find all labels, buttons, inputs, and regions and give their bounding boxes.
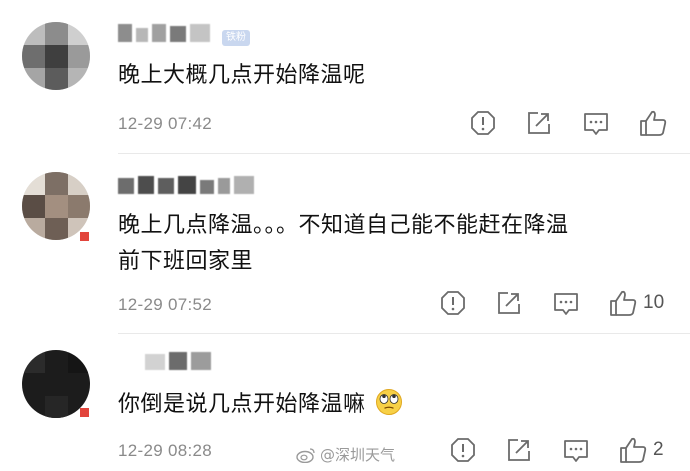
comment-button[interactable] (563, 439, 589, 463)
like-button[interactable]: 10 (609, 289, 664, 317)
comment-time: 12-29 08:28 (118, 441, 213, 460)
comment-button[interactable] (553, 292, 579, 316)
comment-time: 12-29 07:42 (118, 114, 213, 133)
comment-icon (564, 440, 588, 462)
comment-icon (584, 113, 608, 135)
report-button[interactable] (470, 110, 496, 136)
share-icon (508, 439, 530, 461)
like-button[interactable] (639, 109, 673, 137)
report-icon (441, 291, 465, 315)
divider (118, 333, 690, 334)
divider (118, 153, 690, 154)
comment-time: 12-29 07:52 (118, 295, 213, 314)
eye-roll-emoji (376, 389, 403, 415)
share-button[interactable] (527, 111, 551, 135)
comment-text: 你倒是说几点开始降温嘛 (118, 387, 403, 423)
like-icon (610, 290, 637, 316)
share-button[interactable] (507, 438, 531, 462)
avatar[interactable] (22, 22, 90, 90)
comment-button[interactable] (583, 112, 609, 136)
vip-flag-icon (80, 232, 89, 241)
fan-badge: 铁粉 (222, 30, 250, 46)
share-icon (498, 292, 520, 314)
avatar[interactable] (22, 172, 90, 240)
username[interactable] (118, 24, 214, 42)
watermark: @深圳天气 (296, 444, 395, 465)
like-count: 10 (643, 292, 665, 313)
report-button[interactable] (450, 437, 476, 463)
report-icon (451, 438, 475, 462)
weibo-logo-icon (296, 447, 315, 463)
like-icon (640, 110, 667, 136)
username[interactable] (118, 176, 258, 194)
username[interactable] (145, 352, 215, 370)
report-icon (471, 111, 495, 135)
like-button[interactable]: 2 (619, 436, 664, 464)
comment-icon (554, 293, 578, 315)
comment-text: 晚上几点降温。。。不知道自己能不能赶在降温 前下班回家里 (118, 213, 569, 274)
report-button[interactable] (440, 290, 466, 316)
vip-flag-icon (80, 408, 89, 417)
share-button[interactable] (497, 291, 521, 315)
watermark-text: @深圳天气 (320, 446, 396, 464)
like-icon (620, 437, 647, 463)
share-icon (528, 112, 550, 134)
comment-text: 晚上大概几点开始降温呢 (118, 63, 366, 88)
like-count: 2 (653, 439, 664, 460)
